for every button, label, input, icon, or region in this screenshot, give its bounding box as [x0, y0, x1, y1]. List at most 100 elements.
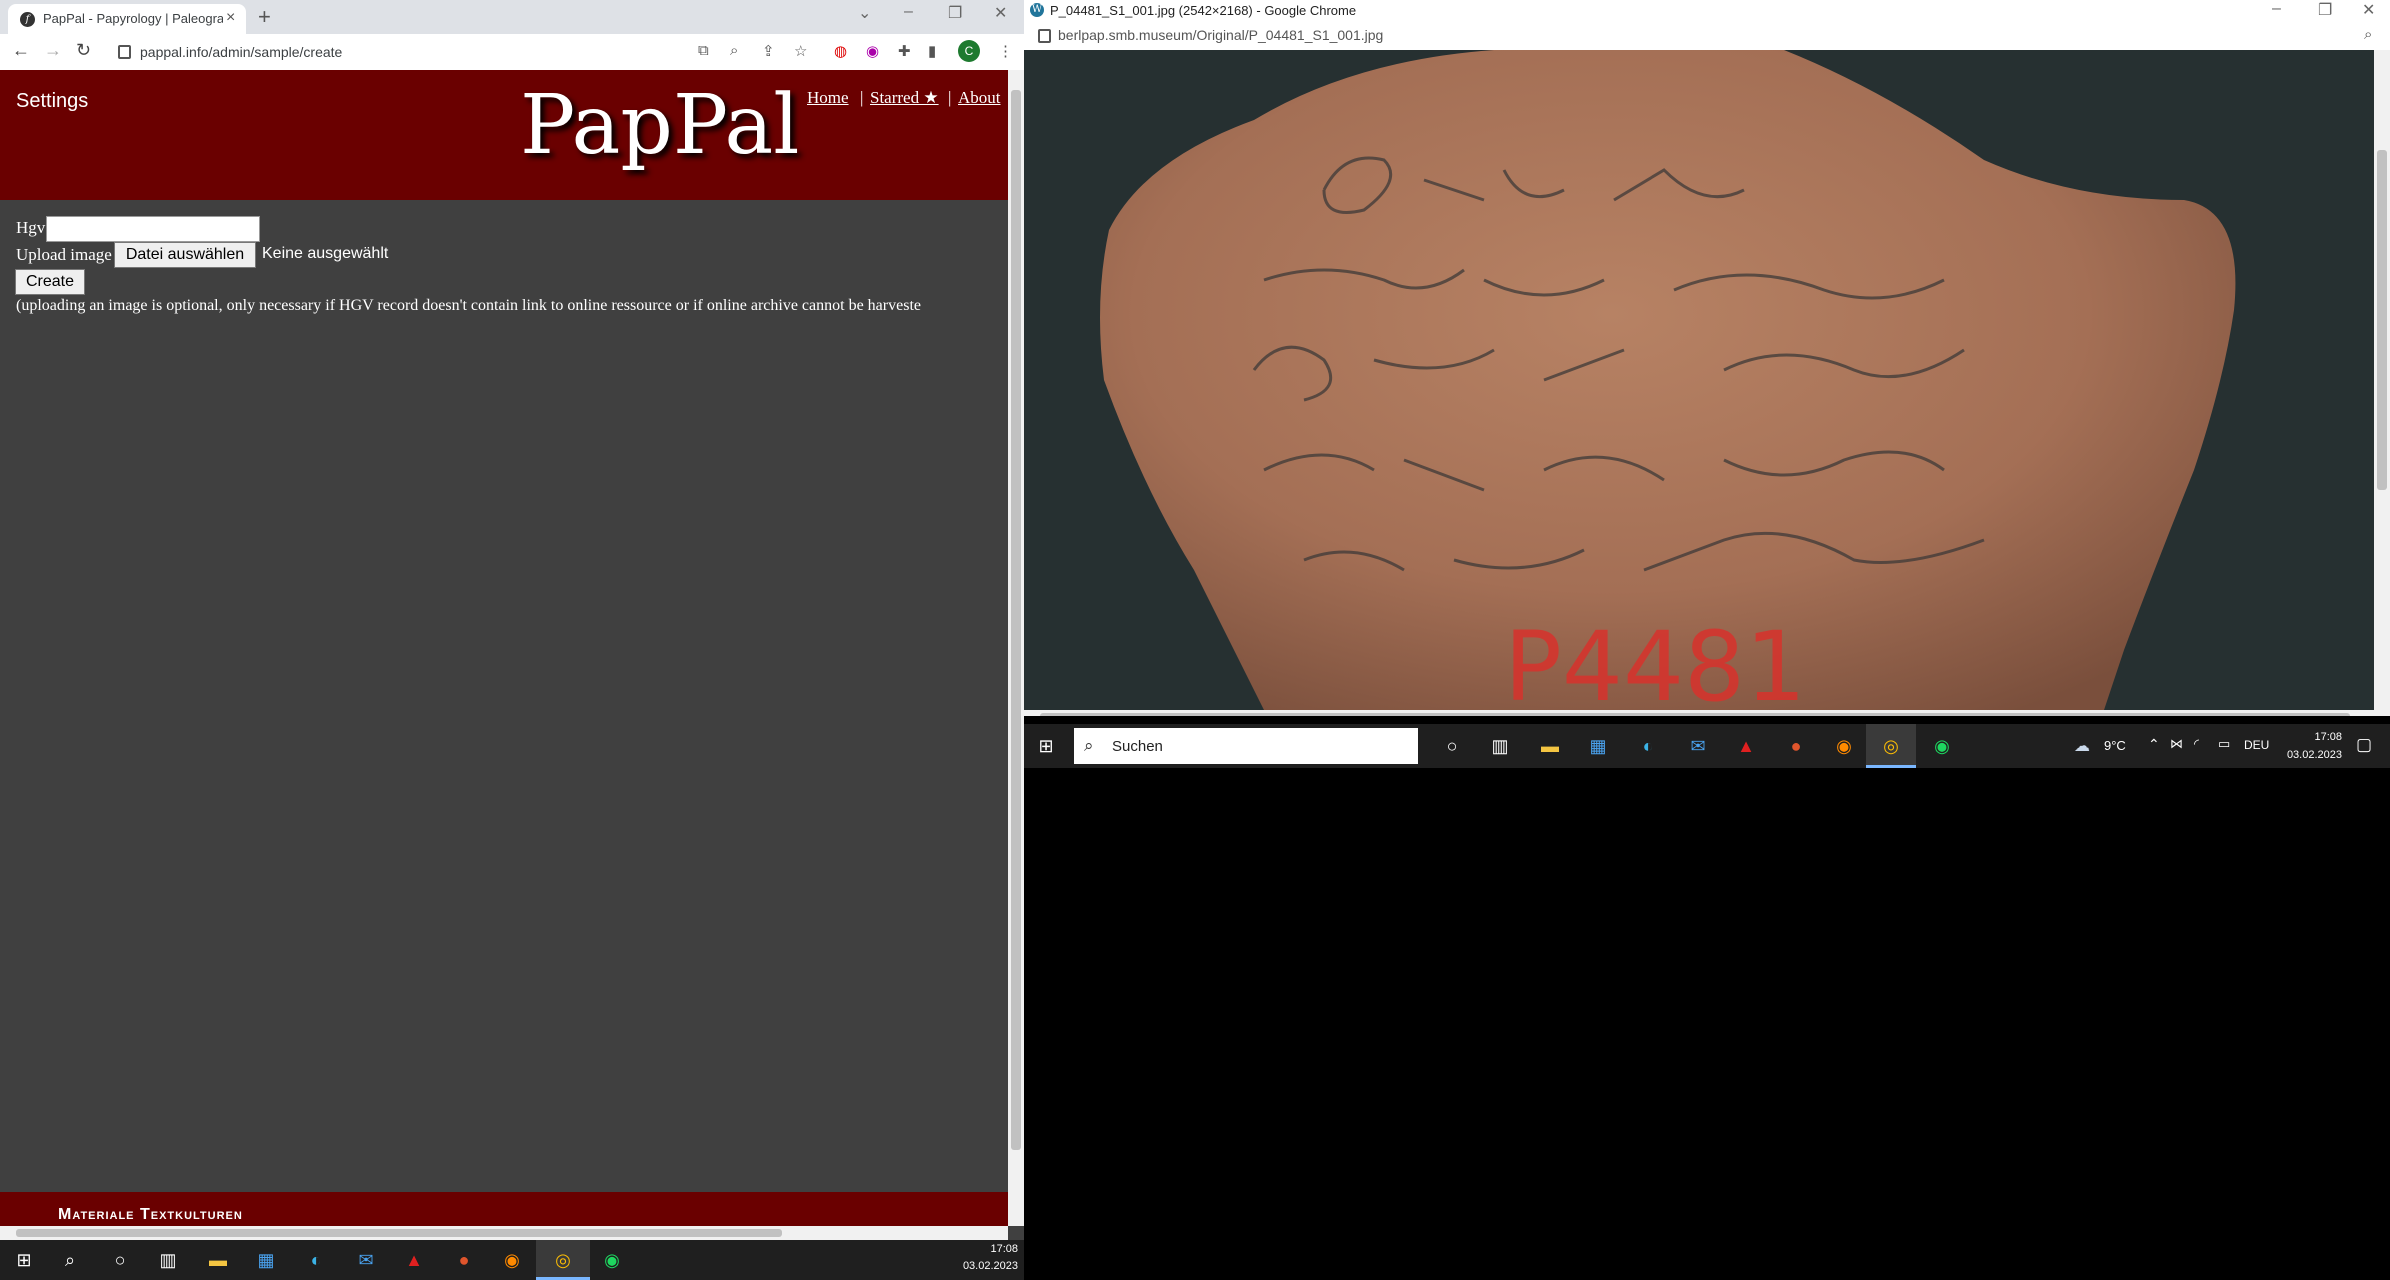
- tab-pappal[interactable]: f PapPal - Papyrology | Paleograph ×: [8, 4, 246, 34]
- network-icon[interactable]: ⋈: [2170, 736, 2183, 752]
- file-explorer-icon[interactable]: ▬: [1538, 734, 1562, 758]
- horizontal-scroll-thumb[interactable]: [16, 1229, 782, 1237]
- cortana-icon[interactable]: ○: [108, 1248, 132, 1272]
- restore-icon[interactable]: ❐: [2318, 0, 2332, 20]
- wordpress-favicon-icon: W: [1030, 3, 1044, 17]
- close-icon[interactable]: ✕: [2362, 0, 2375, 20]
- new-tab-icon[interactable]: +: [258, 4, 271, 30]
- firefox-icon[interactable]: ◉: [1832, 734, 1856, 758]
- minimize-icon[interactable]: –: [904, 3, 913, 21]
- file-explorer-icon[interactable]: ▬: [206, 1248, 230, 1272]
- language-indicator[interactable]: DEU: [2244, 738, 2269, 752]
- tab-bar: f PapPal - Papyrology | Paleograph × + ⌄…: [0, 0, 1024, 34]
- acrobat-icon[interactable]: ▲: [402, 1248, 426, 1272]
- right-window-title: P_04481_S1_001.jpg (2542×2168) - Google …: [1050, 3, 1357, 18]
- windows-start-icon[interactable]: ⊞: [1034, 734, 1058, 758]
- hgv-input[interactable]: [46, 216, 260, 242]
- upload-note: (uploading an image is optional, only ne…: [16, 297, 921, 314]
- address-url: pappal.info/admin/sample/create: [140, 44, 343, 60]
- sidebar-icon[interactable]: ▮: [928, 42, 936, 60]
- translate-icon[interactable]: ⧉: [698, 42, 709, 59]
- store-icon[interactable]: ▦: [254, 1248, 278, 1272]
- windows-start-icon[interactable]: ⊞: [12, 1248, 36, 1272]
- create-button[interactable]: Create: [15, 269, 85, 295]
- task-view-icon[interactable]: ▥: [1488, 734, 1512, 758]
- store-icon[interactable]: ▦: [1586, 734, 1610, 758]
- pappal-header: Settings PapPal Home | Starred ★ | About: [0, 70, 1008, 200]
- taskbar-right: ⊞ ⌕ Suchen ○ ▥ ▬ ▦ ◐ ✉ ▲ ● ◉ ◎ ◉ ☁ 9°C ⌃…: [1024, 724, 2390, 768]
- image-label: P4481: [1504, 611, 1806, 710]
- right-horizontal-scroll-thumb[interactable]: [1040, 713, 2350, 716]
- close-icon[interactable]: ✕: [994, 3, 1007, 23]
- chevron-down-icon[interactable]: ⌄: [858, 3, 871, 23]
- chrome-icon[interactable]: ◎: [1879, 734, 1903, 758]
- ostracon-image: P4481: [1024, 50, 2382, 716]
- search-icon[interactable]: ⌕: [58, 1248, 82, 1272]
- no-file-text: Keine ausgewählt: [262, 245, 389, 262]
- footer-title: Materiale Textkulturen: [58, 1206, 243, 1223]
- weather-cloud-icon[interactable]: ☁: [2074, 736, 2090, 756]
- menu-kebab-icon[interactable]: ⋮: [998, 42, 1013, 60]
- pappal-favicon-icon: f: [20, 12, 35, 27]
- firefox-icon[interactable]: ◉: [500, 1248, 524, 1272]
- spotify-icon[interactable]: ◉: [1930, 734, 1954, 758]
- tab-close-icon[interactable]: ×: [226, 9, 235, 27]
- address-bar[interactable]: pappal.info/admin/sample/create: [110, 38, 710, 66]
- wifi-icon[interactable]: ◜: [2194, 736, 2199, 752]
- left-browser-window: f PapPal - Papyrology | Paleograph × + ⌄…: [0, 0, 1024, 1240]
- extensions-puzzle-icon[interactable]: ✚: [898, 42, 911, 60]
- taskbar-left: ⊞ ⌕ ○ ▥ ▬ ▦ ◐ ✉ ▲ ● ◉ ◎ ◉ 17:08 03.02.20…: [0, 1240, 1024, 1280]
- nav-separator: |: [948, 88, 952, 107]
- restore-icon[interactable]: ❐: [948, 3, 962, 23]
- bookmark-star-icon[interactable]: ☆: [794, 42, 807, 60]
- acrobat-icon[interactable]: ▲: [1734, 734, 1758, 758]
- settings-link[interactable]: Settings: [16, 90, 88, 113]
- edge-icon[interactable]: ◐: [304, 1248, 328, 1272]
- extension-purple-icon[interactable]: ◉: [866, 42, 879, 60]
- notification-icon[interactable]: ▢: [2356, 735, 2372, 755]
- taskbar-time: 17:08: [2314, 731, 2342, 743]
- taskbar-search-box[interactable]: ⌕ Suchen: [1074, 728, 1418, 764]
- chrome-icon[interactable]: ◎: [551, 1248, 575, 1272]
- profile-avatar[interactable]: C: [958, 40, 980, 62]
- mail-icon[interactable]: ✉: [354, 1248, 378, 1272]
- forward-icon[interactable]: →: [44, 40, 62, 61]
- taskbar-date: 03.02.2023: [962, 1260, 1018, 1272]
- minimize-icon[interactable]: –: [2272, 0, 2281, 18]
- nav-separator: |: [860, 88, 864, 107]
- browser-toolbar: ← → ↻ pappal.info/admin/sample/create ⧉ …: [0, 34, 1024, 71]
- nav-about[interactable]: About: [958, 88, 1001, 108]
- right-address-url: berlpap.smb.museum/Original/P_04481_S1_0…: [1058, 27, 1384, 43]
- lock-icon: [118, 45, 131, 59]
- spotify-icon[interactable]: ◉: [600, 1248, 624, 1272]
- powerpoint-icon[interactable]: ●: [1784, 734, 1808, 758]
- ostracon-photo: P4481: [1024, 50, 2382, 716]
- taskbar-time: 17:08: [990, 1243, 1018, 1255]
- mail-icon[interactable]: ✉: [1686, 734, 1710, 758]
- back-icon[interactable]: ←: [12, 40, 30, 61]
- zoom-icon[interactable]: ⌕: [2364, 26, 2372, 43]
- cortana-icon[interactable]: ○: [1440, 734, 1464, 758]
- reload-icon[interactable]: ↻: [76, 40, 91, 61]
- right-address-bar[interactable]: berlpap.smb.museum/Original/P_04481_S1_0…: [1024, 22, 2390, 51]
- task-view-icon[interactable]: ▥: [156, 1248, 180, 1272]
- battery-icon[interactable]: ▭: [2218, 736, 2230, 752]
- nav-starred[interactable]: Starred ★: [870, 88, 939, 108]
- right-title-bar: W P_04481_S1_001.jpg (2542×2168) - Googl…: [1024, 0, 2390, 22]
- vertical-scroll-thumb[interactable]: [1011, 90, 1021, 1150]
- zoom-icon[interactable]: ⌕: [730, 42, 738, 59]
- extension-red-icon[interactable]: ◍: [834, 42, 847, 60]
- right-vertical-scroll-thumb[interactable]: [2377, 150, 2387, 490]
- edge-icon[interactable]: ◐: [1636, 734, 1660, 758]
- upload-image-label: Upload image: [16, 245, 112, 264]
- share-icon[interactable]: ⇪: [762, 42, 775, 60]
- right-browser-window: W P_04481_S1_001.jpg (2542×2168) - Googl…: [1024, 0, 2390, 716]
- tab-title: PapPal - Papyrology | Paleograph: [43, 11, 223, 26]
- powerpoint-icon[interactable]: ●: [452, 1248, 476, 1272]
- nav-home[interactable]: Home: [807, 88, 849, 108]
- choose-file-button[interactable]: Datei auswählen: [114, 242, 256, 268]
- taskbar-search-label: Suchen: [1112, 738, 1163, 755]
- chevron-up-icon[interactable]: ⌃: [2148, 736, 2160, 753]
- lock-icon: [1038, 29, 1051, 43]
- weather-temp[interactable]: 9°C: [2104, 738, 2126, 753]
